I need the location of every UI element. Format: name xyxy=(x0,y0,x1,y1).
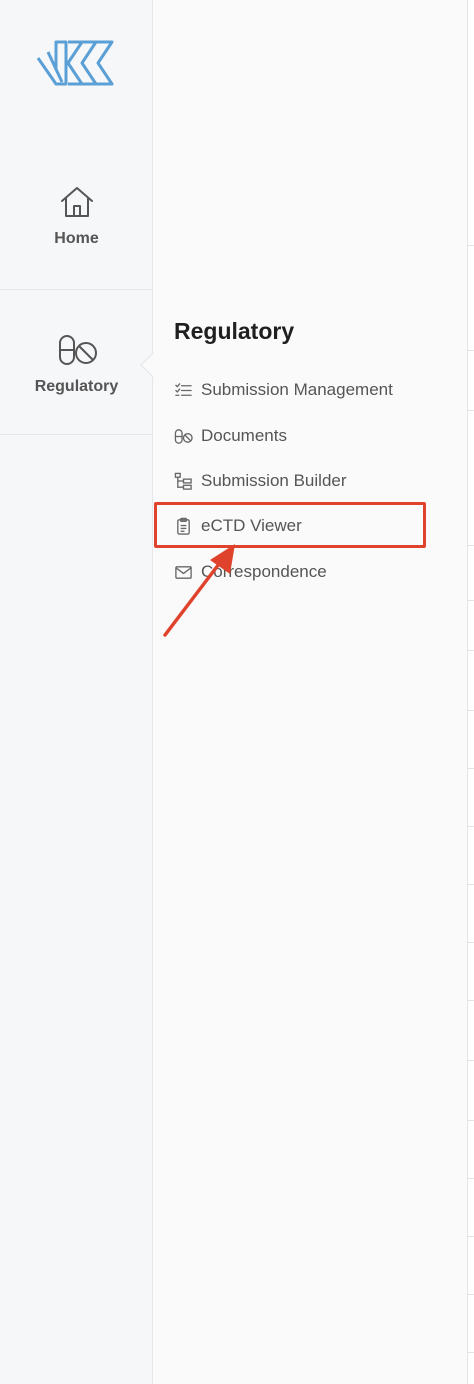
menu-item-submission-builder[interactable]: Submission Builder xyxy=(174,466,467,496)
app: Home Regulatory Regulatory Submission Ma… xyxy=(0,0,474,1384)
pill-icon xyxy=(58,335,97,365)
app-logo[interactable] xyxy=(34,36,118,96)
home-icon xyxy=(60,187,93,217)
menu-item-label: Documents xyxy=(201,426,287,445)
submenu-panel: Regulatory Submission Management Documen… xyxy=(153,0,467,1384)
menu-item-label: Submission Management xyxy=(201,380,393,399)
menu-item-submission-management[interactable]: Submission Management xyxy=(174,375,467,405)
background-page-edge xyxy=(467,0,474,1384)
pill-icon xyxy=(174,428,193,444)
left-rail: Home Regulatory xyxy=(0,0,153,1384)
menu-item-documents[interactable]: Documents xyxy=(174,421,467,451)
checklist-icon xyxy=(175,382,192,396)
rail-item-label: Home xyxy=(54,230,99,247)
menu-item-label: Submission Builder xyxy=(201,471,347,490)
tree-icon xyxy=(174,472,192,490)
rail-item-regulatory[interactable]: Regulatory xyxy=(0,290,153,435)
rail-item-label: Regulatory xyxy=(34,378,119,395)
annotation-arrow-icon xyxy=(163,544,235,637)
submenu-title: Regulatory xyxy=(174,318,295,344)
rail-item-home[interactable]: Home xyxy=(0,140,153,290)
